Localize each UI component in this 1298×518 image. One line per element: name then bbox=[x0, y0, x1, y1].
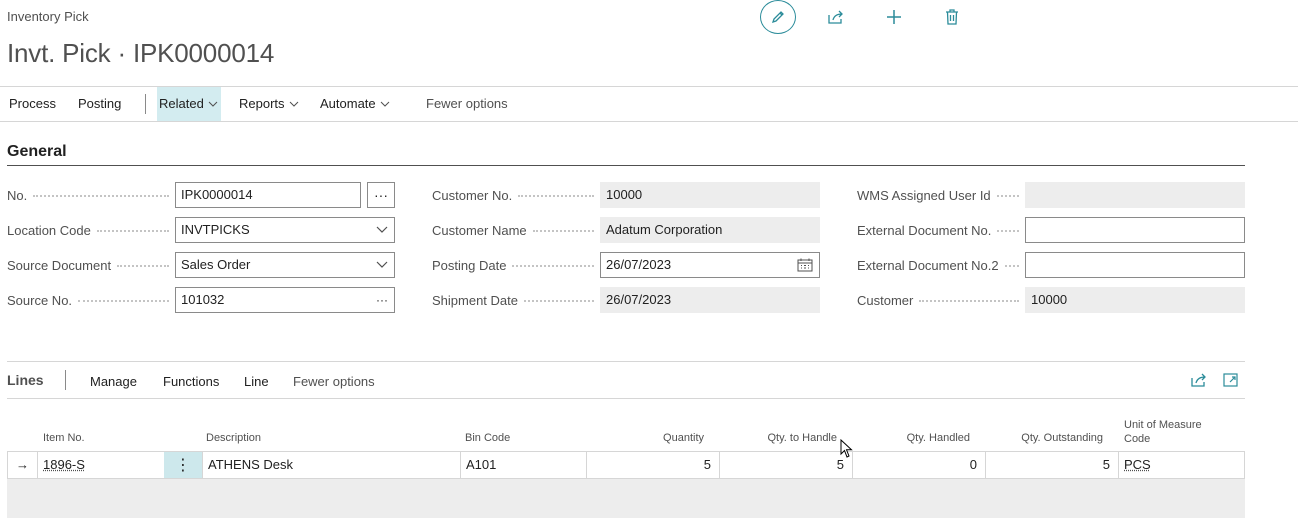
lines-menu-functions[interactable]: Functions bbox=[163, 374, 219, 389]
shipment-date-label: Shipment Date bbox=[432, 293, 594, 308]
trash-icon bbox=[946, 9, 958, 25]
col-quantity[interactable]: Quantity bbox=[600, 431, 704, 445]
menu-label: Posting bbox=[78, 96, 122, 111]
chevron-down-icon[interactable] bbox=[376, 226, 388, 234]
no-field[interactable]: IPK0000014 bbox=[175, 182, 361, 208]
lines-title: Lines bbox=[7, 372, 44, 388]
quantity-cell[interactable]: 5 bbox=[587, 452, 720, 478]
posting-date-label: Posting Date bbox=[432, 258, 594, 273]
qty-to-handle-cell[interactable]: 5 bbox=[720, 452, 853, 478]
action-bar: Process Posting Related Reports Automate… bbox=[0, 86, 1298, 122]
empty-grid-area bbox=[7, 479, 1245, 518]
expand-icon[interactable] bbox=[1222, 372, 1240, 388]
ellipsis-icon[interactable]: ··· bbox=[376, 288, 388, 312]
location-code-label: Location Code bbox=[7, 223, 169, 238]
edit-icon bbox=[771, 11, 784, 24]
wms-user-label: WMS Assigned User Id bbox=[857, 188, 1019, 203]
customer-no-label: Customer No. bbox=[432, 188, 594, 203]
source-no-field[interactable]: 101032 ··· bbox=[175, 287, 395, 313]
no-label: No. bbox=[7, 188, 169, 203]
menu-label: Reports bbox=[239, 96, 285, 111]
breadcrumb: Inventory Pick bbox=[7, 9, 89, 24]
ext-doc-no2-field[interactable] bbox=[1025, 252, 1245, 278]
menu-process[interactable]: Process bbox=[7, 87, 58, 121]
share-icon[interactable] bbox=[1190, 372, 1208, 388]
chevron-down-icon bbox=[289, 101, 298, 107]
calendar-icon[interactable] bbox=[797, 258, 813, 272]
lines-menu-line[interactable]: Line bbox=[244, 374, 269, 389]
ext-doc-no-field[interactable] bbox=[1025, 217, 1245, 243]
lines-fewer-options-button[interactable]: Fewer options bbox=[293, 374, 375, 389]
bin-code-cell[interactable]: A101 bbox=[461, 452, 587, 478]
menu-reports[interactable]: Reports bbox=[237, 87, 301, 121]
location-code-field[interactable]: INVTPICKS bbox=[175, 217, 395, 243]
new-button[interactable] bbox=[876, 0, 912, 34]
menu-posting[interactable]: Posting bbox=[76, 87, 123, 121]
edit-button[interactable] bbox=[760, 0, 796, 34]
chevron-down-icon bbox=[380, 101, 390, 107]
wms-user-field bbox=[1025, 182, 1245, 208]
field-value: 26/07/2023 bbox=[606, 257, 672, 272]
col-item-no[interactable]: Item No. bbox=[43, 431, 85, 445]
row-menu-button[interactable]: ⋮ bbox=[164, 452, 202, 478]
qty-outstanding-cell[interactable]: 5 bbox=[986, 452, 1119, 478]
col-qty-outstanding[interactable]: Qty. Outstanding bbox=[1000, 431, 1103, 445]
customer-name-field: Adatum Corporation bbox=[600, 217, 820, 243]
share-icon bbox=[828, 10, 843, 24]
menu-label: Fewer options bbox=[426, 96, 508, 111]
description-cell[interactable]: ATHENS Desk bbox=[202, 452, 461, 478]
lines-header: Lines Manage Functions Line Fewer option… bbox=[0, 361, 1298, 399]
separator bbox=[145, 94, 146, 114]
lines-menu-manage[interactable]: Manage bbox=[90, 374, 137, 389]
col-qty-to-handle[interactable]: Qty. to Handle bbox=[736, 431, 838, 445]
chevron-down-icon[interactable] bbox=[376, 261, 388, 269]
source-document-label: Source Document bbox=[7, 258, 169, 273]
posting-date-field[interactable]: 26/07/2023 bbox=[600, 252, 820, 278]
delete-button[interactable] bbox=[934, 0, 970, 34]
col-description[interactable]: Description bbox=[206, 431, 261, 445]
col-bin-code[interactable]: Bin Code bbox=[465, 431, 510, 445]
row-arrow-icon: → bbox=[8, 452, 38, 478]
ext-doc-no-label: External Document No. bbox=[857, 223, 1019, 238]
field-value: INVTPICKS bbox=[181, 222, 250, 237]
menu-automate[interactable]: Automate bbox=[318, 87, 392, 121]
plus-icon bbox=[887, 10, 901, 24]
customer-name-label: Customer Name bbox=[432, 223, 594, 238]
menu-label: Related bbox=[159, 96, 204, 111]
customer-no-field: 10000 bbox=[600, 182, 820, 208]
uom-cell[interactable]: PCS bbox=[1119, 452, 1244, 478]
col-qty-handled[interactable]: Qty. Handled bbox=[868, 431, 970, 445]
shipment-date-field: 26/07/2023 bbox=[600, 287, 820, 313]
col-uom[interactable]: Unit of Measure Code bbox=[1124, 418, 1202, 446]
lines-divider-bottom bbox=[7, 398, 1245, 399]
customer-field: 10000 bbox=[1025, 287, 1245, 313]
chevron-down-icon bbox=[208, 101, 218, 107]
col-uom-line2: Code bbox=[1124, 433, 1151, 445]
lines-divider-top bbox=[7, 361, 1245, 362]
field-value: Sales Order bbox=[181, 257, 251, 272]
ext-doc-no2-label: External Document No.2 bbox=[857, 258, 1019, 273]
page-title: Invt. Pick · IPK0000014 bbox=[7, 38, 275, 68]
field-value: 101032 bbox=[181, 292, 225, 307]
menu-label: Process bbox=[9, 96, 56, 111]
top-action-group bbox=[760, 0, 980, 34]
customer-label: Customer bbox=[857, 293, 1019, 308]
source-document-field[interactable]: Sales Order bbox=[175, 252, 395, 278]
menu-label: Automate bbox=[320, 96, 376, 111]
mouse-cursor-icon bbox=[840, 439, 853, 458]
item-no-cell[interactable]: 1896-S bbox=[38, 452, 164, 478]
separator bbox=[65, 370, 66, 390]
general-section-title: General bbox=[7, 143, 67, 160]
source-no-label: Source No. bbox=[7, 293, 169, 308]
share-button[interactable] bbox=[818, 0, 854, 34]
fewer-options-button[interactable]: Fewer options bbox=[424, 87, 510, 121]
table-row[interactable]: → 1896-S ⋮ ATHENS Desk A101 5 5 0 5 PCS bbox=[7, 451, 1245, 479]
section-divider bbox=[7, 165, 1245, 166]
no-assist-button[interactable]: ··· bbox=[367, 182, 395, 208]
qty-handled-cell[interactable]: 0 bbox=[853, 452, 986, 478]
menu-related[interactable]: Related bbox=[157, 87, 221, 121]
col-uom-line1: Unit of Measure bbox=[1124, 419, 1202, 431]
